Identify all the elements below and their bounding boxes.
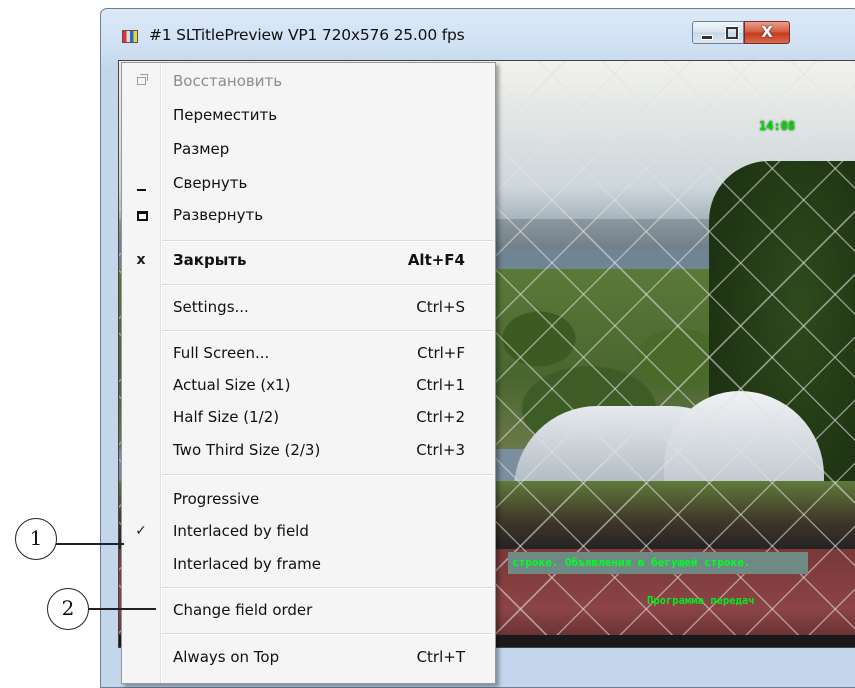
clock-overlay: 14:08: [759, 119, 796, 133]
crawl-line-overlay: строке. Объявления в бегущей строке.: [508, 552, 808, 574]
menu-item-label: Interlaced by field: [173, 522, 309, 540]
menu-separator: [162, 587, 493, 589]
callout-1-leader: [56, 543, 124, 545]
menu-item-actual-size[interactable]: Actual Size (x1) Ctrl+1: [122, 369, 495, 401]
callout-2: 2: [47, 588, 89, 630]
menu-item-shortcut: Ctrl+T: [416, 648, 465, 666]
maximize-icon: [122, 199, 160, 231]
menu-item-label: Settings...: [173, 298, 249, 316]
menu-item-move[interactable]: Переместить: [122, 99, 495, 131]
minimize-icon: [122, 167, 160, 199]
menu-item-change-field-order[interactable]: Change field order: [122, 594, 495, 626]
title-bar[interactable]: #1 SLTitlePreview VP1 720x576 25.00 fps …: [101, 9, 855, 61]
program-title-overlay: Программа передач: [647, 595, 755, 607]
window-title: #1 SLTitlePreview VP1 720x576 25.00 fps: [149, 26, 465, 44]
maximize-button[interactable]: [718, 21, 744, 44]
menu-item-shortcut: Ctrl+3: [416, 441, 465, 459]
menu-item-label: Восстановить: [173, 72, 283, 90]
menu-item-shortcut: Ctrl+1: [416, 376, 465, 394]
menu-item-label: Развернуть: [173, 206, 264, 224]
menu-item-close[interactable]: x Закрыть Alt+F4: [122, 244, 495, 276]
menu-item-interlaced-by-frame[interactable]: Interlaced by frame: [122, 548, 495, 580]
menu-item-shortcut: Ctrl+F: [417, 344, 465, 362]
menu-item-minimize[interactable]: Свернуть: [122, 167, 495, 199]
menu-item-label: Размер: [173, 140, 230, 158]
menu-item-label: Two Third Size (2/3): [173, 441, 321, 459]
menu-item-always-on-top[interactable]: Always on Top Ctrl+T: [122, 641, 495, 673]
minimize-button[interactable]: [692, 21, 719, 44]
callout-1: 1: [15, 518, 57, 560]
menu-item-full-screen[interactable]: Full Screen... Ctrl+F: [122, 337, 495, 369]
menu-item-size[interactable]: Размер: [122, 133, 495, 165]
menu-item-interlaced-by-field[interactable]: ✓ Interlaced by field: [122, 515, 495, 547]
menu-item-two-third-size[interactable]: Two Third Size (2/3) Ctrl+3: [122, 434, 495, 466]
menu-separator: [162, 284, 493, 286]
menu-item-label: Actual Size (x1): [173, 376, 291, 394]
menu-item-label: Always on Top: [173, 648, 280, 666]
menu-item-progressive[interactable]: Progressive: [122, 483, 495, 515]
menu-item-shortcut: Ctrl+S: [416, 298, 465, 316]
menu-item-restore: Восстановить: [122, 65, 495, 97]
menu-item-maximize[interactable]: Развернуть: [122, 199, 495, 231]
menu-separator: [162, 633, 493, 635]
menu-separator: [162, 474, 493, 476]
close-button[interactable]: X: [744, 21, 790, 44]
menu-item-half-size[interactable]: Half Size (1/2) Ctrl+2: [122, 401, 495, 433]
menu-item-settings[interactable]: Settings... Ctrl+S: [122, 291, 495, 323]
menu-item-label: Change field order: [173, 601, 313, 619]
menu-separator: [162, 240, 493, 242]
system-menu: Восстановить Переместить Размер Свернуть…: [121, 62, 496, 684]
menu-separator: [162, 330, 493, 332]
close-icon: X: [761, 23, 773, 41]
menu-item-label: Progressive: [173, 490, 260, 508]
menu-item-label: Interlaced by frame: [173, 555, 321, 573]
callout-2-leader: [88, 608, 156, 610]
menu-item-shortcut: Alt+F4: [407, 251, 465, 269]
menu-item-label: Переместить: [173, 106, 278, 124]
maximize-icon: [726, 27, 738, 39]
menu-item-shortcut: Ctrl+2: [416, 408, 465, 426]
menu-item-label: Свернуть: [173, 174, 248, 192]
app-video-icon[interactable]: [122, 30, 138, 43]
minimize-icon: [701, 35, 713, 40]
menu-item-label: Закрыть: [173, 251, 247, 269]
close-icon: x: [136, 252, 146, 268]
menu-item-label: Half Size (1/2): [173, 408, 280, 426]
restore-icon: [122, 65, 160, 97]
menu-item-label: Full Screen...: [173, 344, 270, 362]
checkmark-icon: ✓: [135, 523, 147, 539]
